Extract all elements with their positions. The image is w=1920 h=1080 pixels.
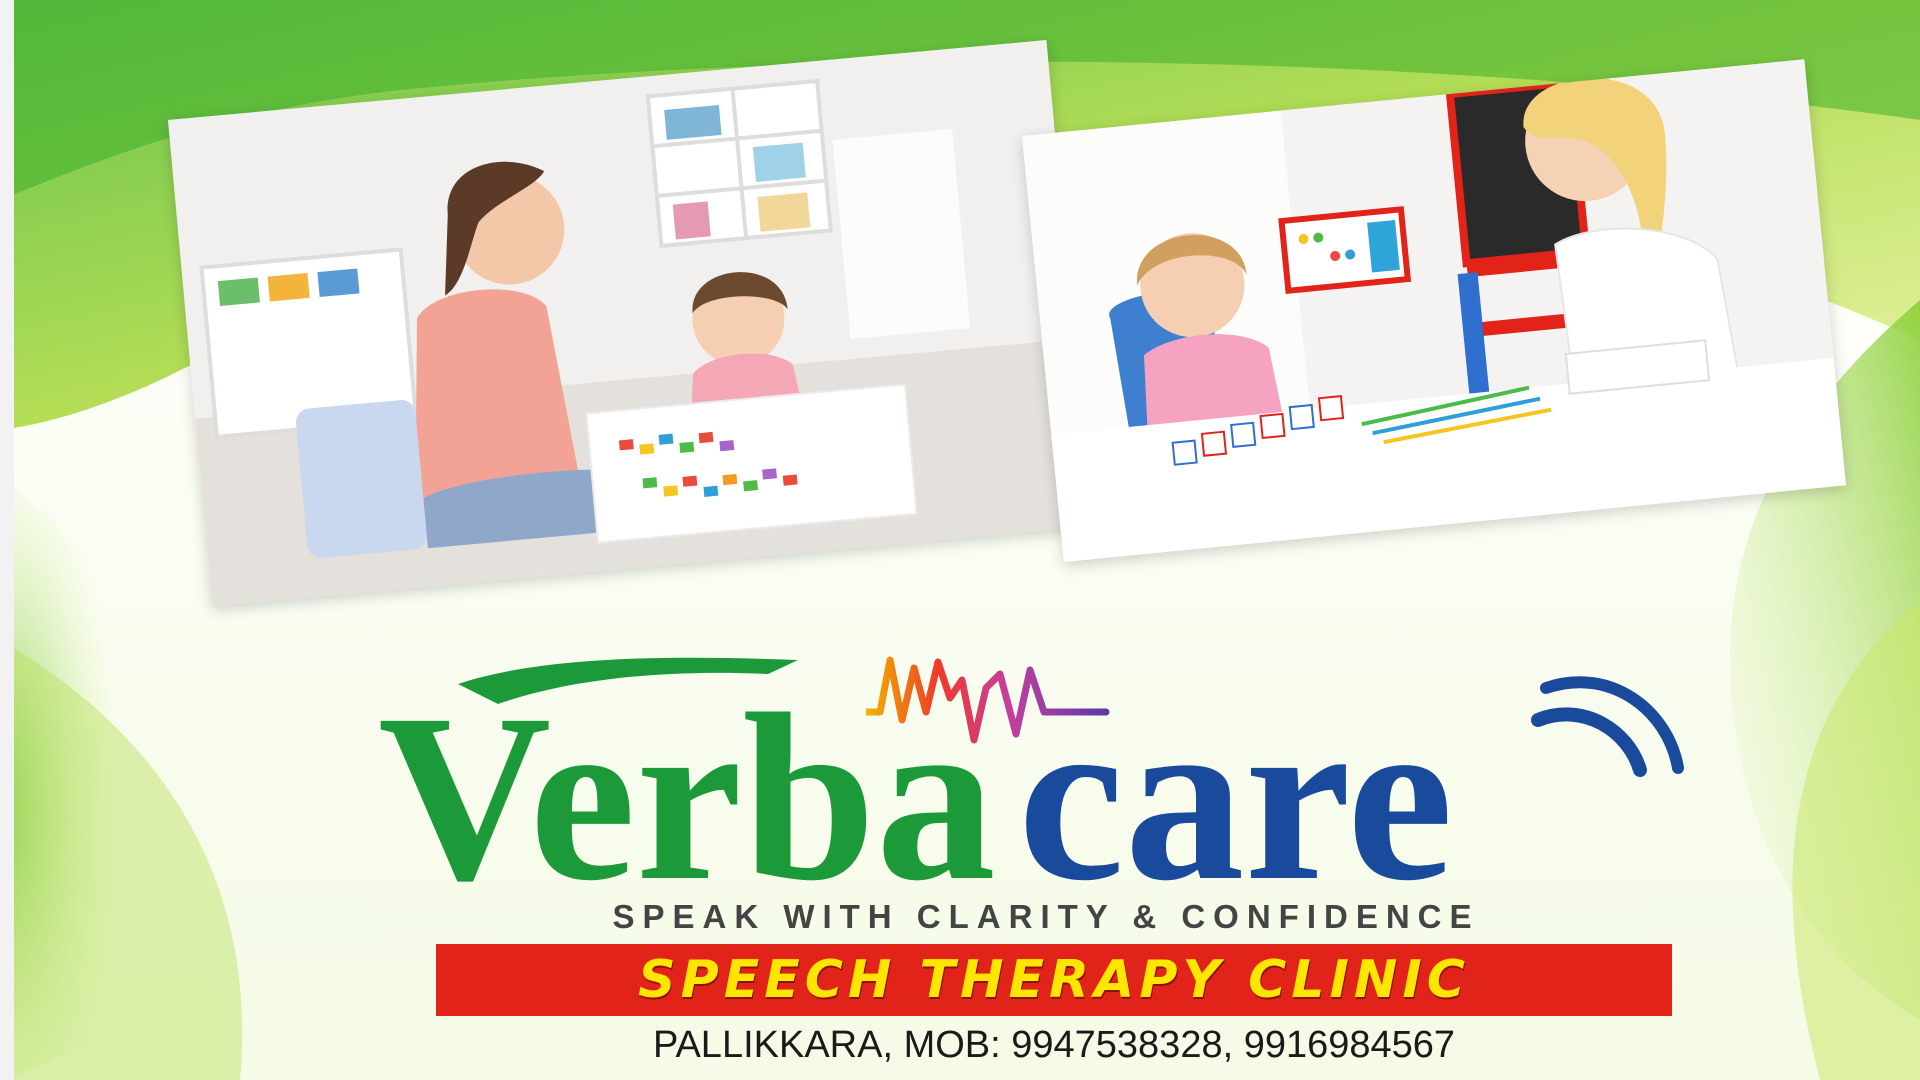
child-speech-practice-photo — [1022, 59, 1847, 562]
verbacare-logo: Verba care — [378, 657, 1684, 900]
left-edge — [0, 0, 14, 1080]
clinic-banner: SPEECH THERAPY CLINIC — [436, 944, 1672, 1016]
contact-info: PALLIKKARA, MOB: 9947538328, 9916984567 — [652, 1024, 1456, 1066]
flyer: Verba care SPEAK WITH CLARITY & CONFIDEN… — [0, 0, 1920, 1080]
tagline: SPEAK WITH CLARITY & CONFIDENCE — [612, 898, 1480, 935]
banner-text: SPEECH THERAPY CLINIC — [638, 950, 1470, 1010]
therapist-with-child-photo — [168, 40, 1091, 606]
brand-part-2: care — [1018, 664, 1453, 900]
brand-part-1: Verba — [378, 664, 996, 900]
